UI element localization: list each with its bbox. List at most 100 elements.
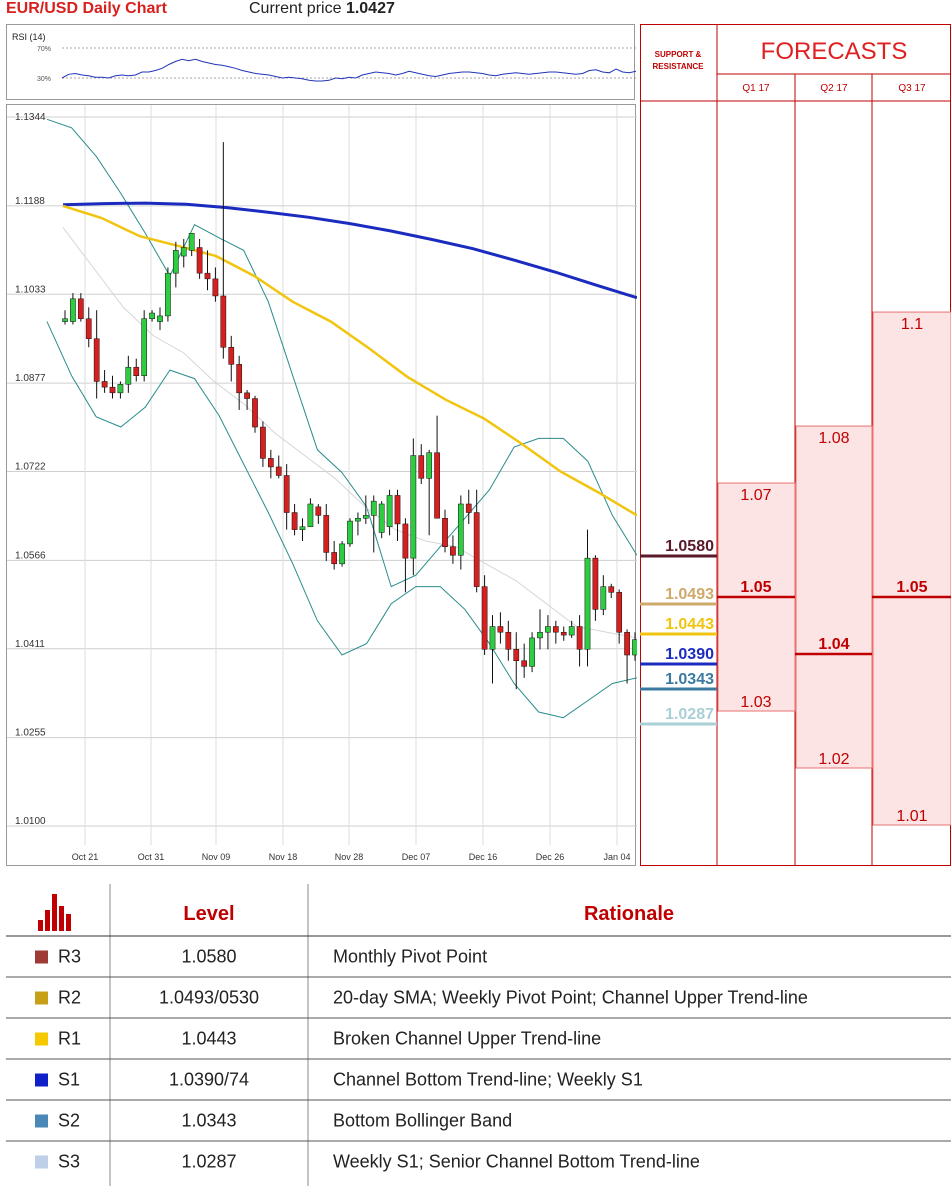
candle — [465, 489, 472, 524]
levels-table: Level Rationale R3 1.0580 Monthly Pivot Po… — [0, 884, 951, 1186]
candle — [149, 310, 155, 322]
row-color-swatch — [35, 1114, 48, 1128]
x-tick-label: Dec 07 — [402, 852, 431, 862]
forecast-range — [872, 311, 951, 826]
row-level: 1.0287 — [181, 1152, 236, 1172]
candle — [410, 438, 417, 576]
candle — [307, 498, 314, 528]
candle — [93, 310, 100, 399]
forecast-mid: 1.05 — [896, 579, 927, 596]
price-chart-panel: 1.1344 1.1188 1.1033 1.0877 1.0722 1.0566 1.04… — [6, 104, 638, 866]
candle — [291, 503, 298, 536]
candle — [576, 615, 583, 667]
row-rationale: Channel Bottom Trend-line; Weekly S1 — [333, 1070, 643, 1090]
bollinger-lower — [46, 321, 638, 719]
row-rationale: 20-day SMA; Weekly Pivot Point; Channel … — [333, 988, 808, 1008]
table-row: S2 1.0343 Bottom Bollinger Band — [6, 1111, 951, 1142]
forecast-high: 1.08 — [818, 430, 849, 447]
candle — [267, 449, 274, 479]
row-level: 1.0390/74 — [169, 1070, 249, 1090]
x-tick-label: Dec 26 — [536, 852, 565, 862]
candle — [624, 629, 630, 684]
candle — [244, 389, 250, 410]
level-label: 1.0287 — [665, 706, 714, 723]
y-tick-label: 1.0877 — [15, 373, 46, 384]
candle — [552, 620, 559, 644]
candle — [394, 489, 401, 542]
table-row: R3 1.0580 Monthly Pivot Point — [6, 947, 951, 978]
current-price-value: 1.0427 — [345, 0, 395, 17]
candle — [165, 267, 171, 322]
table-row: S3 1.0287 Weekly S1; Senior Channel Bottom… — [35, 1152, 700, 1172]
candle — [442, 509, 448, 553]
table-row: S1 1.0390/74 Channel Bottom Trend-line; We… — [6, 1070, 951, 1101]
level-label: 1.0580 — [665, 538, 714, 555]
row-level: 1.0343 — [181, 1111, 236, 1131]
candle — [133, 358, 140, 382]
table-rows: R3 1.0580 Monthly Pivot Point R2 1.0493/0530… — [6, 947, 951, 1172]
yellow-moving-average — [62, 204, 638, 517]
candle — [77, 293, 84, 322]
row-color-swatch — [35, 950, 48, 964]
candle — [529, 632, 535, 673]
x-tick-label: Jan 04 — [603, 852, 630, 862]
candle — [505, 620, 512, 661]
candle — [117, 381, 124, 399]
row-color-swatch — [35, 1032, 48, 1046]
candle — [62, 310, 68, 325]
x-tick-label: Oct 21 — [72, 852, 99, 862]
candle — [70, 293, 76, 325]
current-price: Current price 1.0427 — [249, 0, 395, 18]
blue-moving-average — [62, 201, 638, 300]
row-tag: S3 — [58, 1152, 80, 1172]
row-rationale: Broken Channel Upper Trend-line — [333, 1029, 601, 1049]
candle — [220, 142, 227, 359]
candle — [339, 541, 345, 567]
forecast-column-label: Q1 17 — [742, 83, 770, 94]
chart-title: EUR/USD Daily Chart — [6, 0, 167, 17]
level-label: 1.0343 — [665, 671, 714, 688]
rsi-panel: RSI (14) 70% 30% — [6, 24, 637, 100]
current-price-label: Current price — [249, 0, 342, 17]
candle — [141, 310, 148, 382]
row-tag: R2 — [58, 988, 81, 1008]
candle — [473, 489, 480, 593]
table-header-rationale: Rationale — [584, 903, 674, 925]
row-rationale: Bottom Bollinger Band — [333, 1111, 512, 1131]
x-tick-label: Nov 09 — [202, 852, 231, 862]
candle — [109, 375, 116, 399]
candle — [632, 632, 638, 661]
y-tick-label: 1.1188 — [15, 196, 45, 207]
y-tick-label: 1.0722 — [15, 462, 46, 473]
forecast-high: 1.07 — [740, 487, 771, 504]
candle — [608, 583, 615, 599]
x-tick-label: Nov 28 — [335, 852, 364, 862]
x-tick-label: Nov 18 — [269, 852, 298, 862]
candle — [125, 355, 132, 393]
candle — [489, 615, 496, 684]
y-tick-label: 1.0566 — [15, 550, 46, 561]
candle — [378, 501, 385, 539]
row-level: 1.0493/0530 — [159, 988, 259, 1008]
candle — [252, 395, 258, 433]
row-level: 1.0443 — [181, 1029, 236, 1049]
rsi-level-70: 70% — [37, 46, 51, 53]
candle — [497, 612, 504, 644]
candle — [560, 626, 567, 641]
candle — [101, 370, 108, 393]
candle — [481, 575, 488, 656]
candle — [299, 518, 306, 542]
row-rationale: Weekly S1; Senior Channel Bottom Trend-l… — [333, 1152, 700, 1172]
forecast-low: 1.02 — [818, 751, 849, 768]
forecast-range — [795, 425, 873, 769]
rsi-chart: RSI (14) 70% 30% — [12, 32, 637, 83]
price-chart: 1.1344 1.1188 1.1033 1.0877 1.0722 1.0566 1.04… — [7, 105, 638, 862]
forecast-high: 1.1 — [901, 316, 923, 333]
x-tick-label: Dec 16 — [469, 852, 498, 862]
y-tick-label: 1.0255 — [15, 728, 46, 739]
candle — [196, 238, 203, 279]
rsi-line — [61, 58, 637, 82]
y-tick-label: 1.1033 — [15, 284, 46, 295]
forecast-low: 1.01 — [896, 808, 927, 825]
candle — [172, 241, 179, 288]
